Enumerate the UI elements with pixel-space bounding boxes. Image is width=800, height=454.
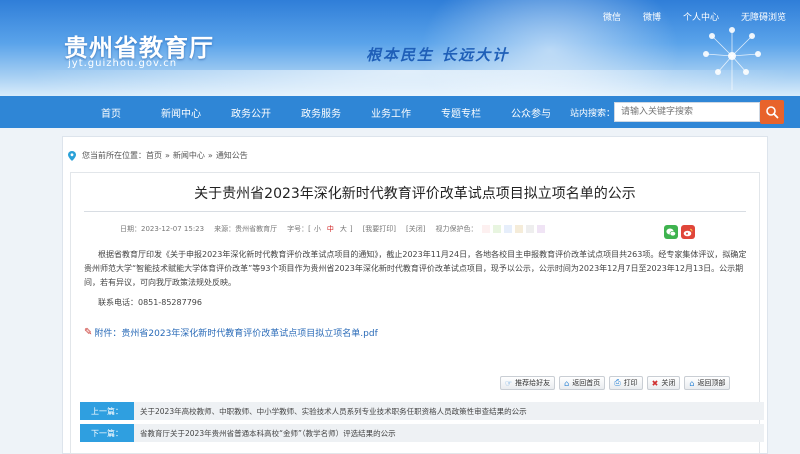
attachment-filename: 附件：贵州省2023年深化新时代教育评价改革试点项目拟立项名单.pdf [94, 329, 378, 339]
nav-item-gov-services[interactable]: 政务服务 [286, 105, 356, 120]
close-label: 关闭 [661, 379, 676, 387]
share-icons [664, 225, 695, 239]
wechat-share-icon[interactable] [664, 225, 678, 239]
next-article-row: 下一篇： 省教育厅关于2023年贵州省普通本科高校“金师”（教学名师）评选结果的… [80, 424, 764, 442]
breadcrumb-separator: » [207, 151, 213, 160]
search-label: 站内搜索： [570, 109, 616, 119]
article-meta: 日期：2023-12-07 15:23 来源：贵州省教育厅 字号：[ 小 中 大… [120, 224, 545, 234]
eye-color-swatch[interactable] [492, 225, 501, 233]
back-to-top-button[interactable]: ⌂ 返回顶部 [684, 376, 731, 390]
next-article-label: 下一篇： [80, 424, 134, 442]
top-links: 微信 微博 个人中心 无障碍浏览 [603, 10, 786, 23]
font-size-close-bracket: ] [349, 225, 353, 233]
arrow-up-icon: ⌂ [689, 378, 695, 388]
font-size-medium[interactable]: 中 [327, 224, 334, 234]
print-link[interactable]: [我要打印] [363, 224, 396, 234]
nav-item-news[interactable]: 新闻中心 [146, 105, 216, 120]
share-to-friend-label: 推荐给好友 [515, 379, 551, 387]
nav-item-topics[interactable]: 专题专栏 [426, 105, 496, 120]
attachment-link[interactable]: ✎ 附件：贵州省2023年深化新时代教育评价改革试点项目拟立项名单.pdf [84, 326, 378, 339]
nav-item-home[interactable]: 首页 [76, 105, 146, 120]
prev-article-row: 上一篇： 关于2023年高校教师、中职教师、中小学教师、实验技术人员系列专业技术… [80, 402, 764, 420]
breadcrumb: 您当前所在位置： 首页 » 新闻中心 » 通知公告 [68, 150, 248, 161]
breadcrumb-notices[interactable]: 通知公告 [216, 150, 248, 161]
banner-highlight [0, 70, 800, 96]
top-link-wechat[interactable]: 微信 [603, 10, 621, 23]
site-slogan: 根本民生 长远大计 [366, 46, 510, 64]
eye-color-swatch[interactable] [514, 225, 523, 233]
article-source: 来源：贵州省教育厅 [214, 225, 278, 233]
print-button[interactable]: ⎙ 打印 [609, 376, 643, 390]
header-banner: 贵州省教育厅 jyt.guizhou.gov.cn 根本民生 长远大计 微信 微… [0, 0, 800, 96]
eye-protection-label: 视力保护色： [435, 225, 478, 233]
breadcrumb-separator: » [165, 151, 170, 160]
back-home-label: 返回首页 [572, 379, 601, 387]
article-tools: ☞ 推荐给好友 ⌂ 返回首页 ⎙ 打印 ✖ 关闭 ⌂ 返回顶部 [500, 376, 731, 390]
nav-item-gov-affairs[interactable]: 政务公开 [216, 105, 286, 120]
eye-color-swatches [481, 225, 545, 233]
title-divider [84, 211, 746, 212]
article-title: 关于贵州省2023年深化新时代教育评价改革试点项目拟立项名单的公示 [194, 186, 636, 202]
font-size-control: 字号：[ 小 中 大 ] [287, 224, 352, 234]
share-to-friend-button[interactable]: ☞ 推荐给好友 [500, 376, 556, 390]
breadcrumb-home[interactable]: 首页 [146, 150, 162, 161]
print-label: 打印 [623, 379, 638, 387]
printer-icon: ⎙ [614, 378, 621, 387]
dandelion-decoration-icon [703, 27, 761, 90]
article-date: 日期：2023-12-07 15:23 [120, 225, 205, 233]
close-icon: ✖ [651, 378, 659, 388]
eye-color-swatch[interactable] [503, 225, 512, 233]
nav-item-business[interactable]: 业务工作 [356, 105, 426, 120]
font-size-label: 字号：[ [287, 225, 311, 233]
search-input[interactable] [614, 102, 760, 122]
nav-item-participation[interactable]: 公众参与 [496, 105, 566, 120]
eye-color-swatch[interactable] [525, 225, 534, 233]
breadcrumb-prefix: 您当前所在位置： [82, 151, 146, 160]
share-icon: ☞ [505, 378, 513, 388]
weibo-share-icon[interactable] [681, 225, 695, 239]
eye-color-swatch[interactable] [536, 225, 545, 233]
prev-article-link[interactable]: 关于2023年高校教师、中职教师、中小学教师、实验技术人员系列专业技术职务任职资… [140, 406, 527, 417]
location-pin-icon [68, 150, 76, 161]
eye-color-swatch[interactable] [481, 225, 490, 233]
article-paragraph: 根据省教育厅印发《关于申报2023年深化新时代教育评价改革试点项目的通知》，截止… [84, 250, 747, 287]
font-size-large[interactable]: 大 [340, 224, 347, 234]
top-link-accessibility[interactable]: 无障碍浏览 [741, 10, 786, 23]
contact-phone: 联系电话：0851-85287796 [98, 298, 202, 307]
site-domain: jyt.guizhou.gov.cn [68, 58, 178, 69]
next-article-link[interactable]: 省教育厅关于2023年贵州省普通本科高校“金师”（教学名师）评选结果的公示 [140, 428, 396, 439]
top-link-weibo[interactable]: 微博 [643, 10, 661, 23]
home-icon: ⌂ [564, 378, 570, 388]
breadcrumb-news[interactable]: 新闻中心 [173, 150, 205, 161]
search-icon [766, 106, 779, 119]
nav-items: 首页 新闻中心 政务公开 政务服务 业务工作 专题专栏 公众参与 [76, 105, 566, 120]
search-button[interactable] [760, 100, 784, 124]
attachment-pdf-icon: ✎ [84, 327, 93, 338]
close-button[interactable]: ✖ 关闭 [646, 376, 681, 390]
top-link-user-center[interactable]: 个人中心 [683, 10, 719, 23]
close-link[interactable]: [关闭] [406, 224, 425, 234]
back-to-top-label: 返回顶部 [697, 379, 726, 387]
prev-article-label: 上一篇： [80, 402, 134, 420]
font-size-small[interactable]: 小 [314, 224, 321, 234]
back-home-button[interactable]: ⌂ 返回首页 [559, 376, 606, 390]
